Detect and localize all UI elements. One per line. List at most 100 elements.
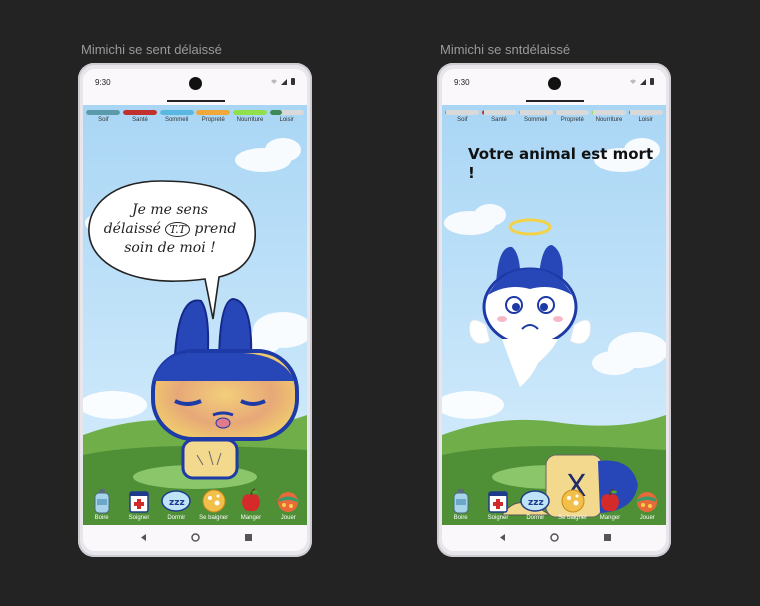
stat-soif: Soif xyxy=(445,110,480,130)
status-icons xyxy=(630,78,654,85)
sleep-button[interactable]: zzz Dormir xyxy=(517,488,553,521)
svg-text:zzz: zzz xyxy=(169,498,185,508)
stat-fill xyxy=(122,110,157,115)
stat-fill xyxy=(269,110,282,115)
sleep-zzz-icon: zzz xyxy=(161,490,192,512)
svg-text:zzz: zzz xyxy=(528,498,544,508)
stats-bar: Soif Santé Sommeil Propreté Nourriture L… xyxy=(442,110,666,130)
home-icon[interactable] xyxy=(191,533,200,542)
phone-screen: 9:30 Soif Santé Sommeil Propreté Nourrit… xyxy=(442,69,666,551)
frame-title-left: Mimichi se sent délaissé xyxy=(81,42,222,57)
system-nav-bar xyxy=(442,525,666,551)
stat-nourriture: Nourriture xyxy=(232,110,267,130)
action-label: Se baigner xyxy=(558,515,588,521)
speech-line-2b: prend xyxy=(194,221,237,237)
bathe-button[interactable]: Se baigner xyxy=(555,488,591,521)
heal-button[interactable]: Soigner xyxy=(121,488,157,521)
bathe-button[interactable]: Se baigner xyxy=(196,488,232,521)
stat-fill xyxy=(232,110,267,115)
back-icon[interactable] xyxy=(498,533,507,542)
stat-bar xyxy=(445,110,480,115)
front-camera xyxy=(189,77,202,90)
stat-bar xyxy=(628,110,663,115)
action-label: Boire xyxy=(94,515,109,521)
back-icon[interactable] xyxy=(139,533,148,542)
stat-label: Loisir xyxy=(279,117,294,123)
action-label: Manger xyxy=(599,515,621,521)
stats-bar: Soif Santé Sommeil Propreté Nourriture L… xyxy=(83,110,307,130)
stat-bar xyxy=(481,110,516,115)
phone-screen: 9:30 Soif Santé Sommeil Propreté Nourrit… xyxy=(83,69,307,551)
stat-label: Nourriture xyxy=(595,117,623,123)
action-label: Jouer xyxy=(280,515,296,521)
stat-loisir: Loisir xyxy=(628,110,663,130)
sleep-button[interactable]: zzz Dormir xyxy=(158,488,194,521)
gesture-line xyxy=(526,100,584,102)
death-message: Votre animal est mort ! xyxy=(468,145,654,182)
drink-button[interactable]: Boire xyxy=(84,488,120,521)
speech-line-2: délaissé xyxy=(103,221,161,237)
apple-icon xyxy=(241,488,260,512)
stat-fill xyxy=(591,110,593,115)
status-time: 9:30 xyxy=(454,78,470,87)
stat-label: Soif xyxy=(98,117,109,123)
stat-fill xyxy=(86,110,121,115)
home-icon[interactable] xyxy=(550,533,559,542)
sponge-icon xyxy=(202,489,226,513)
stat-bar xyxy=(555,110,590,115)
sleep-zzz-icon: zzz xyxy=(520,490,551,512)
stat-label: Sommeil xyxy=(164,117,189,123)
action-label: Soigner xyxy=(128,515,150,521)
speech-line-1: Je me sens xyxy=(131,202,209,218)
sponge-icon xyxy=(561,489,585,513)
stat-bar xyxy=(269,110,304,115)
stat-fill xyxy=(159,110,194,115)
stat-label: Propreté xyxy=(201,117,225,123)
recents-icon[interactable] xyxy=(244,533,253,542)
eat-button[interactable]: Manger xyxy=(592,488,628,521)
action-label: Manger xyxy=(240,515,262,521)
status-icons xyxy=(271,78,295,85)
stat-proprete: Propreté xyxy=(196,110,231,130)
ball-icon xyxy=(637,492,658,512)
scene-background xyxy=(83,105,307,525)
action-label: Dormir xyxy=(167,515,186,521)
stat-fill xyxy=(445,110,447,115)
stat-bar xyxy=(86,110,121,115)
stat-label: Santé xyxy=(491,117,507,123)
status-time: 9:30 xyxy=(95,78,111,87)
apple-icon xyxy=(600,488,619,512)
stat-loisir: Loisir xyxy=(269,110,304,130)
stat-bar xyxy=(232,110,267,115)
stat-bar xyxy=(159,110,194,115)
heal-button[interactable]: Soigner xyxy=(480,488,516,521)
water-bottle-icon xyxy=(94,489,110,514)
eat-button[interactable]: Manger xyxy=(233,488,269,521)
frame-title-right: Mimichi se sntdélaissé xyxy=(440,42,571,57)
speech-line-3: soin de moi ! xyxy=(124,240,216,256)
action-bar: Boire Soigner zzz Dormir Se baigner Mang… xyxy=(83,483,307,525)
stat-proprete: Propreté xyxy=(555,110,590,130)
status-bar: 9:30 xyxy=(83,69,307,105)
recents-icon[interactable] xyxy=(603,533,612,542)
stat-bar xyxy=(196,110,231,115)
speech-bubble-text: Je me sens délaissé T.T prend soin de mo… xyxy=(95,201,245,258)
crying-emote: T.T xyxy=(165,222,190,237)
stat-label: Santé xyxy=(132,117,148,123)
system-nav-bar xyxy=(83,525,307,551)
stat-bar xyxy=(122,110,157,115)
front-camera xyxy=(548,77,561,90)
first-aid-icon xyxy=(129,491,149,513)
phone-frame-left: 9:30 Soif Santé Sommeil Propreté Nourrit… xyxy=(78,63,312,557)
first-aid-icon xyxy=(488,491,508,513)
action-label: Jouer xyxy=(639,515,655,521)
play-button[interactable]: Jouer xyxy=(270,488,306,521)
action-label: Soigner xyxy=(487,515,509,521)
stat-fill xyxy=(555,110,557,115)
play-button[interactable]: Jouer xyxy=(629,488,665,521)
stat-nourriture: Nourriture xyxy=(591,110,626,130)
drink-button[interactable]: Boire xyxy=(443,488,479,521)
game-scene: Soif Santé Sommeil Propreté Nourriture L… xyxy=(442,105,666,525)
stat-fill xyxy=(481,110,484,115)
stat-label: Nourriture xyxy=(236,117,264,123)
